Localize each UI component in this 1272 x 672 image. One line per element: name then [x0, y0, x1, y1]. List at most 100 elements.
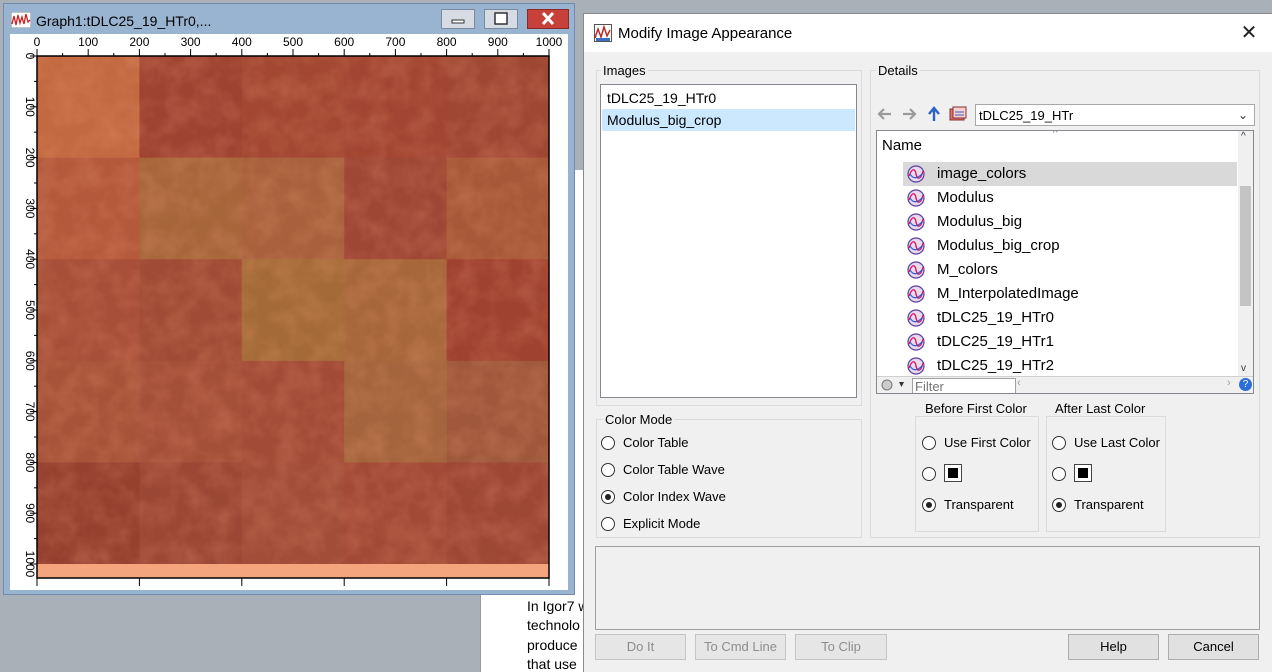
dialog-titlebar[interactable]: Modify Image Appearance ✕: [584, 14, 1272, 52]
left-axis-label: 1000: [23, 551, 37, 578]
graph-window[interactable]: Graph1:tDLC25_19_HTr0,... 0 100 200 300 400 5…: [3, 3, 575, 595]
cancel-button[interactable]: Cancel: [1168, 634, 1259, 660]
radio-label: Use First Color: [944, 435, 1031, 450]
left-axis-label: 800: [23, 452, 37, 472]
data-folder-icon[interactable]: [949, 106, 967, 122]
radio-label: Color Index Wave: [623, 489, 726, 504]
left-axis-label: 100: [23, 97, 37, 117]
modify-image-appearance-dialog[interactable]: Modify Image Appearance ✕ Images tDLC25_…: [583, 13, 1272, 672]
radio-button[interactable]: [1052, 436, 1066, 450]
wave-tree-item[interactable]: Modulus: [903, 186, 1237, 210]
radio-button[interactable]: [922, 436, 936, 450]
wave-name: M_colors: [937, 261, 998, 278]
wave-name: tDLC25_19_HTr0: [937, 309, 1055, 326]
wave-tree-item[interactable]: Modulus_big_crop: [903, 234, 1237, 258]
graph-window-titlebar[interactable]: Graph1:tDLC25_19_HTr0,...: [4, 4, 574, 36]
left-axis-label: 200: [23, 148, 37, 168]
close-button[interactable]: [527, 9, 569, 29]
image-plot[interactable]: 0 100 200 300 400 500 600 700 800 900 1000 0 100 200 3…: [10, 34, 568, 590]
image-list-item[interactable]: tDLC25_19_HTr0: [602, 87, 855, 109]
radio-label: Use Last Color: [1074, 435, 1160, 450]
details-group-label: Details: [876, 63, 920, 78]
radio-button[interactable]: [1052, 467, 1066, 481]
name-column-header[interactable]: Name: [882, 137, 922, 154]
graph-icon: [11, 12, 31, 28]
wave-tree-item[interactable]: M_InterpolatedImage: [903, 282, 1237, 306]
dialog-title: Modify Image Appearance: [618, 25, 793, 42]
wave-icon: [907, 285, 925, 303]
left-axis-label: 0: [23, 53, 37, 60]
wave-icon: [907, 165, 925, 183]
before-first-color-label: Before First Color: [923, 401, 1029, 416]
wave-name: M_InterpolatedImage: [937, 285, 1079, 302]
images-listbox[interactable]: tDLC25_19_HTr0 Modulus_big_crop: [600, 84, 857, 398]
scroll-right-icon[interactable]: ›: [1227, 377, 1231, 389]
radio-label: Transparent: [944, 497, 1014, 512]
radio-button[interactable]: [601, 463, 615, 477]
data-folder-combo[interactable]: tDLC25_19_HTr ⌄: [975, 104, 1255, 126]
back-arrow-icon[interactable]: [877, 106, 893, 122]
images-group-label: Images: [601, 63, 648, 78]
wave-icon: [907, 333, 925, 351]
color-swatch[interactable]: [1074, 464, 1092, 482]
help-button[interactable]: Help: [1068, 634, 1159, 660]
wave-tree-item[interactable]: Modulus_big: [903, 210, 1237, 234]
radio-label: Explicit Mode: [623, 516, 701, 531]
image-list-item-selected[interactable]: Modulus_big_crop: [602, 109, 855, 131]
sort-ascending-icon[interactable]: ^: [1053, 131, 1058, 139]
help-text-fragment: that use: [527, 656, 577, 672]
radio-button[interactable]: [601, 517, 615, 531]
forward-arrow-icon[interactable]: [901, 106, 917, 122]
help-text-fragment: In Igor7 w: [527, 598, 589, 614]
wave-browser-tree[interactable]: ^ Name image_colors Modulus Modulus_big Mod…: [876, 130, 1254, 394]
top-axis-label: 500: [283, 35, 303, 49]
radio-button[interactable]: [922, 498, 936, 512]
graph-plot-area[interactable]: 0 100 200 300 400 500 600 700 800 900 1000 0 100 200 3…: [10, 34, 568, 590]
left-axis-label: 900: [23, 503, 37, 523]
do-it-button[interactable]: Do It: [595, 634, 686, 660]
wave-name: tDLC25_19_HTr2: [937, 357, 1055, 374]
minimize-button[interactable]: [441, 9, 475, 29]
up-arrow-icon[interactable]: [926, 106, 942, 122]
help-text-fragment: technolo: [527, 617, 580, 633]
to-clip-button[interactable]: To Clip: [795, 634, 887, 660]
tree-filter-bar: ‹ › ?: [877, 376, 1253, 393]
scroll-left-icon[interactable]: ‹: [1017, 377, 1021, 389]
scrollbar-thumb[interactable]: [1240, 186, 1251, 306]
data-folder-combo-value: tDLC25_19_HTr: [979, 108, 1074, 123]
wave-tree-item[interactable]: tDLC25_19_HTr1: [903, 330, 1237, 354]
to-cmd-line-button[interactable]: To Cmd Line: [695, 634, 786, 660]
wave-tree-item[interactable]: tDLC25_19_HTr0: [903, 306, 1237, 330]
wave-icon: [907, 309, 925, 327]
left-axis-label: 700: [23, 402, 37, 422]
filter-input[interactable]: [912, 378, 1016, 393]
top-axis-label: 700: [385, 35, 405, 49]
scroll-up-icon[interactable]: ^: [1241, 131, 1246, 142]
left-axis-label: 400: [23, 249, 37, 269]
color-mode-label: Color Mode: [603, 412, 675, 427]
wave-tree-vertical-scrollbar[interactable]: ^ v: [1238, 131, 1253, 379]
wave-tree-item[interactable]: image_colors: [903, 162, 1237, 186]
maximize-icon: [494, 12, 508, 25]
radio-button[interactable]: [601, 436, 615, 450]
wave-name: Modulus: [937, 189, 994, 206]
radio-button[interactable]: [601, 490, 615, 504]
wave-tree-item[interactable]: M_colors: [903, 258, 1237, 282]
filter-options-icon[interactable]: [880, 378, 908, 392]
image-texture: [37, 56, 549, 564]
wave-icon: [907, 213, 925, 231]
top-axis-label: 400: [232, 35, 252, 49]
igor-app-icon: [594, 24, 612, 42]
wave-icon: [907, 357, 925, 375]
wave-icon: [907, 189, 925, 207]
radio-button[interactable]: [1052, 498, 1066, 512]
wave-tree-item[interactable]: tDLC25_19_HTr2: [903, 354, 1237, 378]
scroll-down-icon[interactable]: v: [1241, 363, 1246, 374]
maximize-button[interactable]: [484, 9, 518, 29]
color-swatch[interactable]: [944, 464, 962, 482]
top-axis-label: 600: [334, 35, 354, 49]
command-message-area: [595, 546, 1260, 630]
dialog-close-icon[interactable]: ✕: [1239, 23, 1259, 43]
radio-button[interactable]: [922, 467, 936, 481]
help-icon[interactable]: ?: [1239, 378, 1252, 391]
